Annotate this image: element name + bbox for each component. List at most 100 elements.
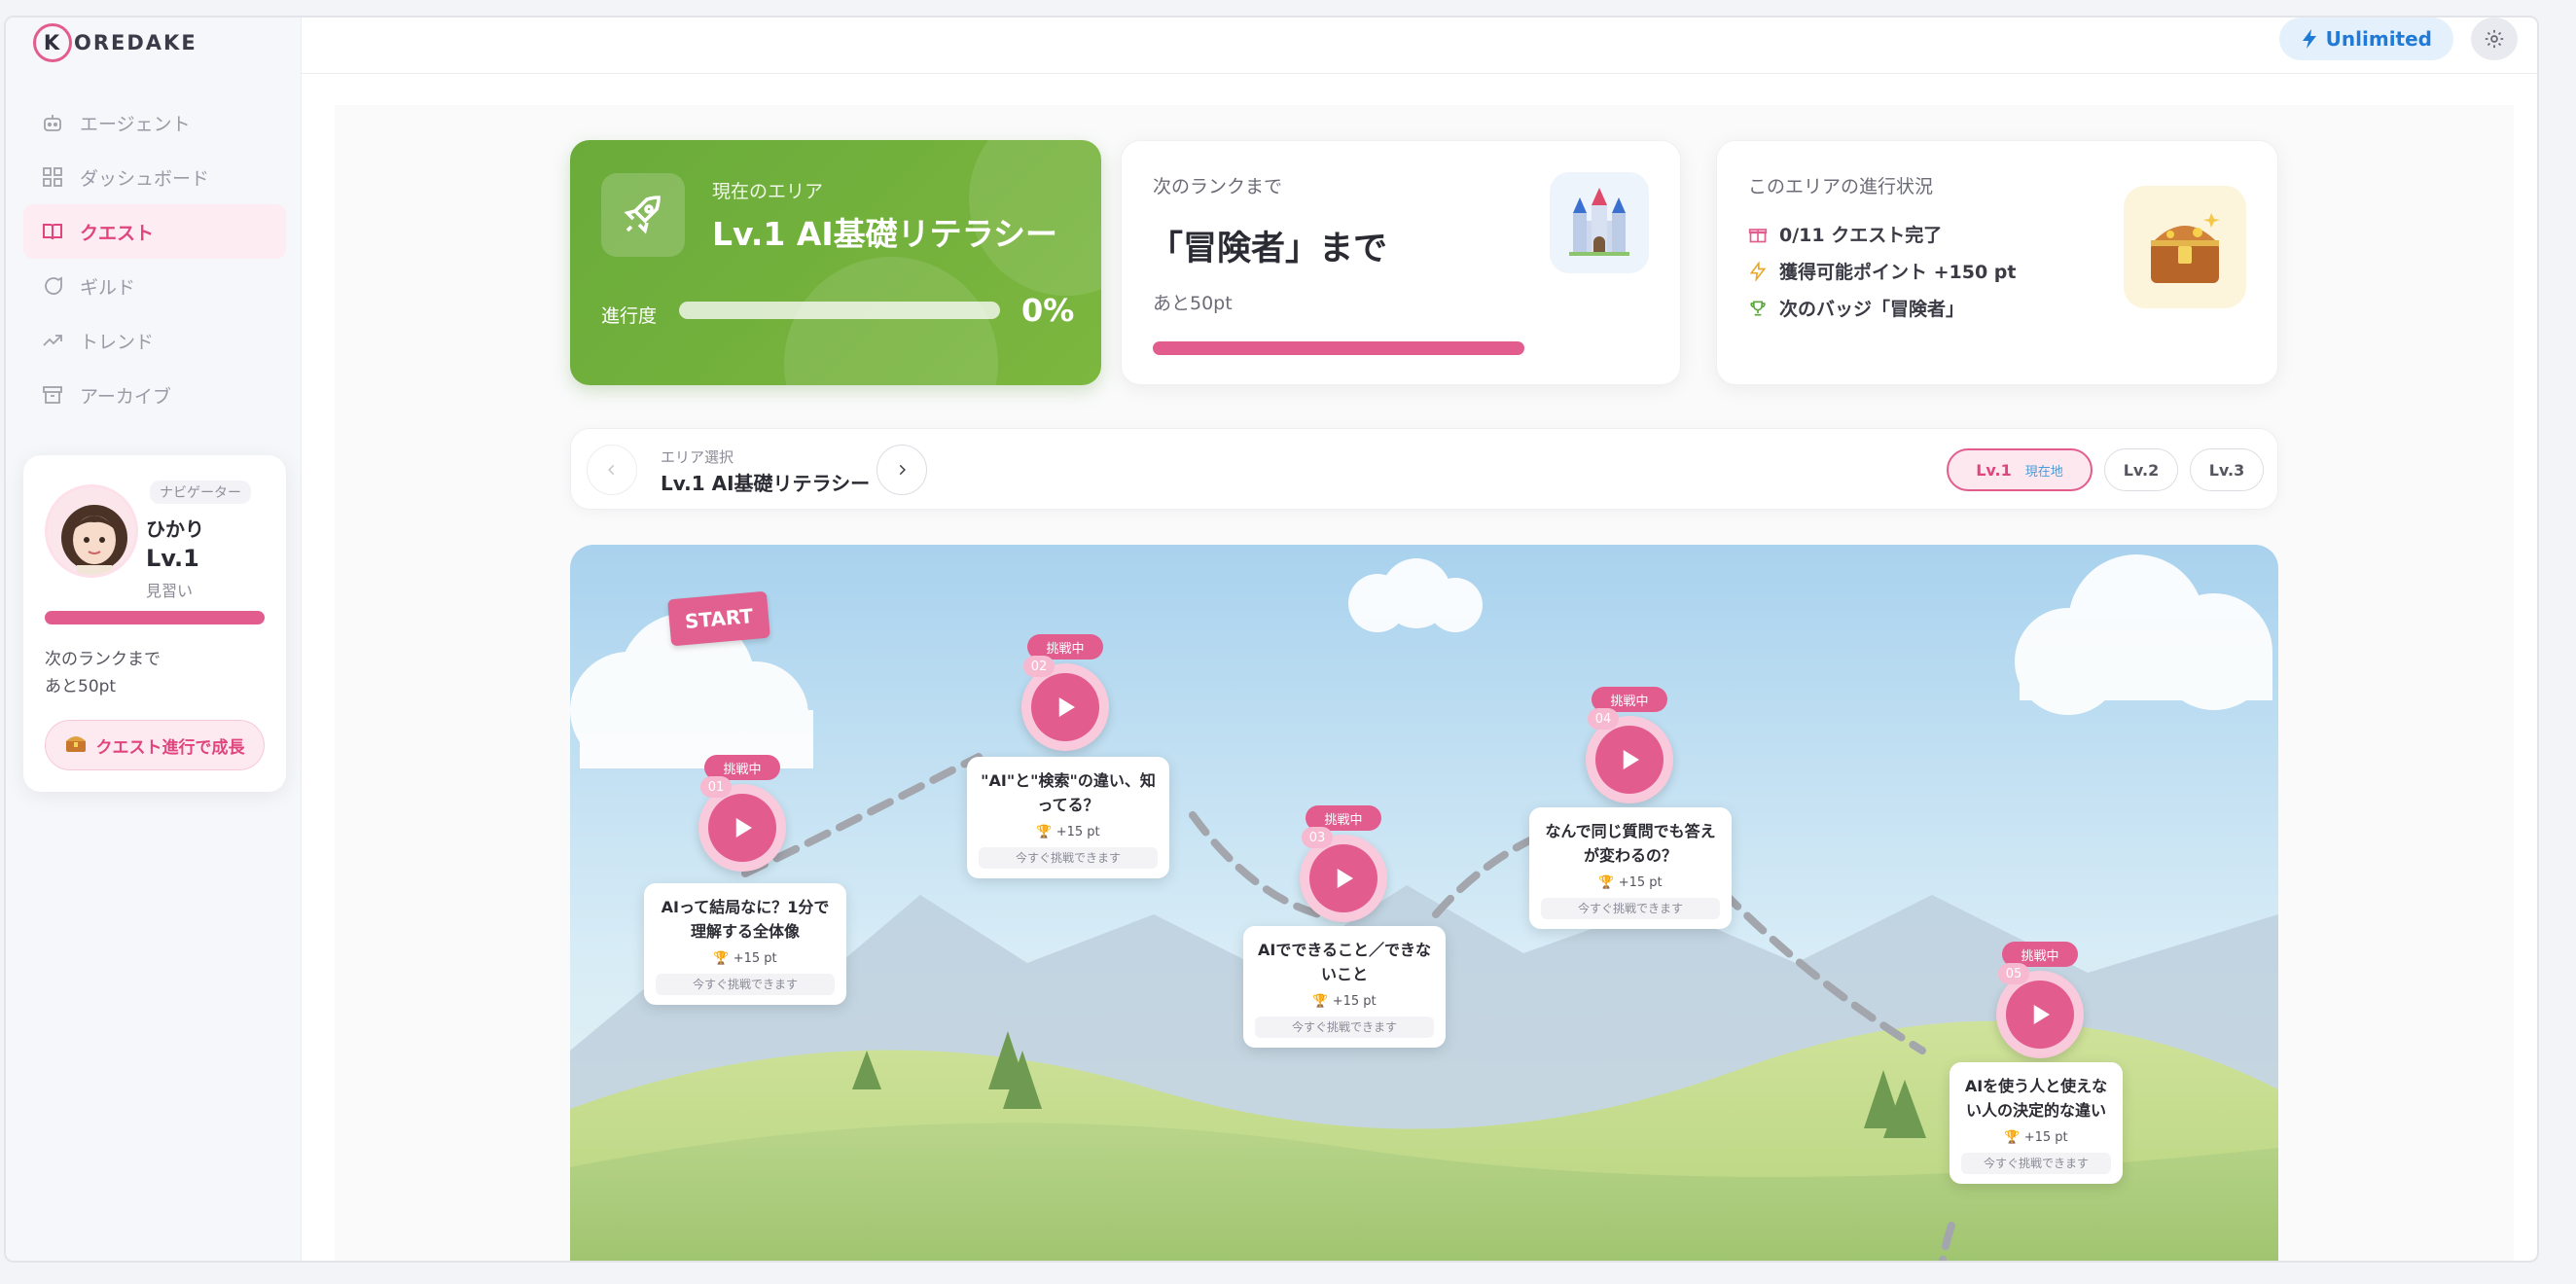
topbar: Unlimited [302,18,2537,74]
trophy-icon [1750,301,1766,315]
quest-complete-row: 0/11 クエスト完了 [1748,221,1942,247]
chat-icon [45,276,62,295]
chevron-right-icon [899,464,906,476]
sidebar-item-guild[interactable]: ギルド [23,259,286,313]
quest-card-02[interactable]: "AI"と"検索"の違い、知ってる？ 🏆 +15 pt 今すぐ挑戦できます [967,757,1169,878]
progress-bar [679,302,1000,319]
quest-number: 05 [1998,963,2029,984]
play-icon [1337,869,1353,888]
logo-text: OREDAKE [74,31,197,54]
quest-points: 🏆 +15 pt [713,951,777,966]
play-icon [2033,1005,2050,1024]
current-area-card: 現在のエリア Lv.1 AI基礎リテラシー 進行度 0% [570,140,1101,385]
quest-number: 03 [1302,827,1333,848]
quest-points: 🏆 +15 pt [2004,1130,2068,1145]
quest-card-01[interactable]: AIって結局なに？1分で理解する全体像 🏆 +15 pt 今すぐ挑戦できます [644,883,846,1005]
sidebar-item-agent[interactable]: エージェント [23,95,286,150]
quest-title: AIでできること／できないこと [1257,941,1432,983]
app-window: K OREDAKE エージェント ダッシュボード クエスト ギルド トレンド ア… [4,16,2539,1263]
area-progress-label: このエリアの進行状況 [1748,176,1934,197]
quest-state: 今すぐ挑戦できます [1961,1153,2111,1174]
quest-complete-text: 0/11 クエスト完了 [1779,225,1943,246]
prev-area-button[interactable] [587,445,637,495]
navigator-rank: 見習い [146,582,194,600]
play-icon [1058,697,1075,717]
dashboard-icon [43,167,62,187]
play-icon [1623,750,1639,769]
castle-icon [1550,172,1649,273]
sidebar-item-quest[interactable]: クエスト [23,204,286,259]
logo[interactable]: K OREDAKE [33,23,197,62]
gear-icon [2485,29,2504,49]
quest-growth-button[interactable]: クエスト進行で成長 [45,720,265,770]
quest-title: なんで同じ質問でも答えが変わるの？ [1545,822,1716,865]
quest-node-04[interactable]: 挑戦中 04 [1586,687,1673,803]
quest-card-04[interactable]: なんで同じ質問でも答えが変わるの？ 🏆 +15 pt 今すぐ挑戦できます [1529,807,1732,929]
level-pill-2[interactable]: Lv.2 [2104,448,2178,491]
level-pill-label: Lv.3 [2208,460,2245,480]
quest-title: "AI"と"検索"の違い、知ってる？ [981,771,1156,814]
level-pill-1[interactable]: Lv.1 現在地 [1947,448,2093,491]
navigator-card: ナビゲーター ひかり Lv.1 見習い 次のランクまで あと50pt クエスト進… [23,455,286,792]
quest-points: 🏆 +15 pt [1598,875,1663,890]
quest-node-03[interactable]: 挑戦中 03 [1300,805,1387,922]
gift-icon [1748,228,1768,242]
area-select-value[interactable]: Lv.1 AI基礎リテラシー [661,468,870,496]
quest-node-02[interactable]: 挑戦中 02 [1021,634,1109,751]
quest-node-01[interactable]: 挑戦中 01 [698,755,786,872]
badge-text: 次のバッジ「冒険者」 [1779,299,1965,320]
quest-card-03[interactable]: AIでできること／できないこと 🏆 +15 pt 今すぐ挑戦できます [1243,926,1446,1048]
sidebar-item-trend[interactable]: トレンド [23,313,286,368]
navigator-next-rank: 次のランクまで あと50pt [45,646,161,700]
next-rank-title: 「冒険者」まで [1149,230,1388,268]
trophy-icon: 🏆 [1598,875,1615,890]
next-rank-label: 次のランクまで [45,650,161,669]
sidebar-item-label: ギルド [80,276,136,299]
navigator-level: Lv.1 [146,545,199,572]
area-select-label: エリア選択 [661,448,734,466]
next-rank-remaining: あと50pt [1153,293,1233,314]
points-text: 獲得可能ポイント +150 pt [1779,262,2017,283]
sidebar: K OREDAKE エージェント ダッシュボード クエスト ギルド トレンド ア… [6,18,302,1261]
area-selector: エリア選択 Lv.1 AI基礎リテラシー Lv.1 現在地 Lv.2 Lv.3 [570,428,2278,510]
sidebar-item-label: アーカイブ [80,385,171,408]
settings-button[interactable] [2471,18,2518,60]
trend-icon [43,335,62,346]
progress-value: 0% [1021,292,1075,329]
sidebar-item-archive[interactable]: アーカイブ [23,368,286,422]
avatar [45,484,138,578]
level-pill-label: Lv.2 [2123,460,2160,480]
archive-icon [43,386,62,404]
quest-number: 02 [1023,656,1055,677]
trophy-icon: 🏆 [2004,1130,2021,1145]
next-area-button[interactable] [877,445,927,495]
level-pill-3[interactable]: Lv.3 [2190,448,2264,491]
plan-badge[interactable]: Unlimited [2278,18,2453,60]
quest-state: 今すぐ挑戦できます [1541,898,1720,919]
trophy-icon: 🏆 [1036,825,1053,839]
quest-state: 今すぐ挑戦できます [1255,1016,1434,1038]
quest-node-05[interactable]: 挑戦中 05 [1996,942,2084,1058]
sidebar-item-label: トレンド [80,331,155,353]
quest-map: START 挑戦中 01 AIって結局なに？1分で理解する全体像 🏆 +15 p… [570,545,2278,1261]
quest-points: 🏆 +15 pt [1312,994,1377,1009]
sidebar-nav: エージェント ダッシュボード クエスト ギルド トレンド アーカイブ [23,95,286,422]
sidebar-item-dashboard[interactable]: ダッシュボード [23,150,286,204]
lightning-icon [1749,261,1767,281]
points-row: 獲得可能ポイント +150 pt [1748,258,2017,284]
next-rank-points: あと50pt [45,677,117,696]
quest-points: 🏆 +15 pt [1036,825,1100,839]
plan-label: Unlimited [2325,27,2432,51]
quest-growth-label: クエスト進行で成長 [95,737,245,758]
rank-progress-bar [1153,341,1524,355]
level-pill-label: Lv.1 [1976,460,2012,480]
area-progress-card: このエリアの進行状況 0/11 クエスト完了 獲得可能ポイント +150 pt … [1716,140,2278,385]
rocket-icon [601,173,685,257]
current-area-title: Lv.1 AI基礎リテラシー [712,215,1057,253]
quest-card-05[interactable]: AIを使う人と使えない人の決定的な違い 🏆 +15 pt 今すぐ挑戦できます [1950,1062,2123,1184]
quest-state: 今すぐ挑戦できます [979,847,1158,869]
trophy-icon: 🏆 [1312,994,1329,1009]
quest-number: 01 [700,776,732,798]
sidebar-item-label: クエスト [80,222,155,244]
current-area-label: 現在のエリア [712,181,824,202]
